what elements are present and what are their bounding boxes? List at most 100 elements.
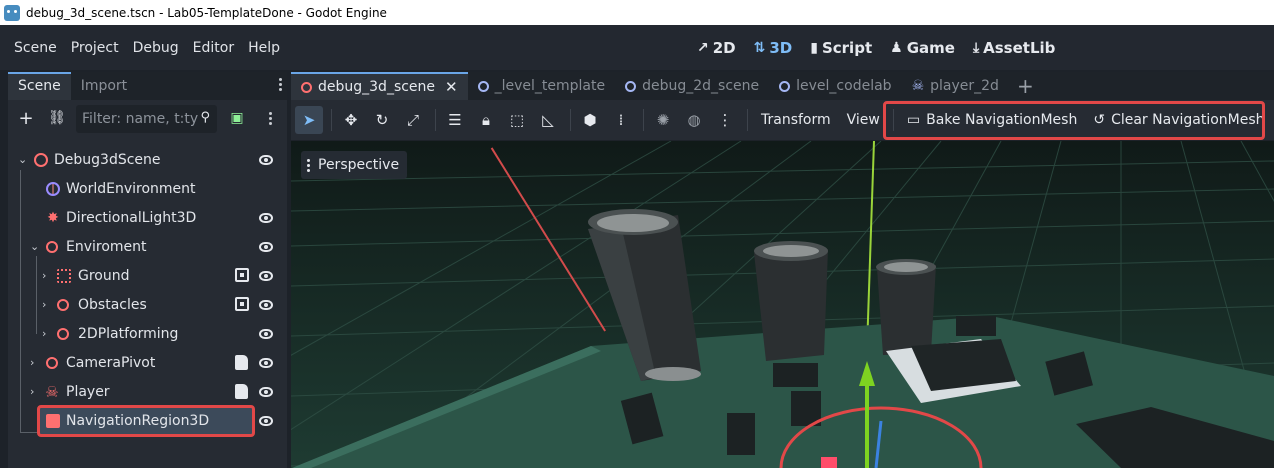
scene-tree-menu-icon[interactable]: [267, 112, 273, 125]
filter-input[interactable]: Filter: name, t:ty ⚲: [76, 105, 217, 133]
game-icon: ♟: [890, 39, 903, 56]
scene-render: [291, 141, 1274, 468]
perspective-menu[interactable]: Perspective: [301, 151, 408, 179]
search-icon: ⚲: [200, 110, 210, 125]
tree-row-debug3dscene[interactable]: ⌄ Debug3dScene: [8, 145, 287, 174]
tree-row-2dplatforming[interactable]: › 2DPlatforming: [8, 319, 287, 348]
transform-menu[interactable]: Transform: [753, 112, 839, 128]
environment-preview-icon[interactable]: ◍: [680, 106, 708, 134]
workspace-script[interactable]: ▮ Script: [810, 39, 872, 57]
lock-icon[interactable]: 🔒︎: [472, 106, 500, 134]
workspace-assetlib[interactable]: ⤓ AssetLib: [973, 39, 1055, 57]
tab-debug-2d-scene[interactable]: debug_2d_scene: [615, 72, 769, 100]
ruler-icon[interactable]: ◺: [534, 106, 562, 134]
3d-icon: ⇅: [753, 39, 766, 56]
script-attached-icon[interactable]: [235, 384, 248, 399]
world-environment-icon: [46, 181, 60, 196]
tree-row-worldenvironment[interactable]: WorldEnvironment: [8, 174, 287, 203]
visibility-eye-icon[interactable]: [259, 242, 273, 252]
scale-tool-icon[interactable]: ⤢: [399, 106, 427, 134]
menu-bar: Scene Project Debug Editor Help ↗ 2D ⇅ 3D …: [0, 25, 1274, 70]
node-icon: [779, 80, 791, 92]
expand-arrow-icon[interactable]: ›: [30, 356, 34, 369]
rotate-tool-icon[interactable]: ↻: [368, 106, 396, 134]
tree-row-player[interactable]: › ☠ Player: [8, 377, 287, 406]
local-space-icon[interactable]: ⬢: [576, 106, 604, 134]
dock-menu-icon[interactable]: [277, 78, 283, 91]
directional-light-icon: ✸: [47, 209, 59, 226]
visibility-eye-icon[interactable]: [259, 213, 273, 223]
expand-arrow-icon[interactable]: ›: [42, 298, 46, 311]
menu-debug[interactable]: Debug: [126, 40, 186, 56]
menu-editor[interactable]: Editor: [186, 40, 241, 56]
character-2d-icon: ☠: [911, 78, 925, 94]
attach-script-icon[interactable]: ▣: [226, 107, 248, 129]
visibility-eye-icon[interactable]: [259, 387, 273, 397]
expand-arrow-icon[interactable]: ›: [30, 385, 34, 398]
tab-debug-3d-scene[interactable]: debug_3d_scene ✕: [291, 72, 468, 100]
visibility-eye-icon[interactable]: [259, 271, 273, 281]
2d-icon: ↗: [697, 39, 709, 56]
collapse-arrow-icon[interactable]: ⌄: [18, 153, 27, 166]
node3d-icon: [46, 240, 58, 253]
menu-scene[interactable]: Scene: [7, 40, 64, 56]
view-menu[interactable]: View: [839, 112, 888, 128]
visibility-eye-icon[interactable]: [259, 155, 273, 165]
node-icon: [625, 80, 637, 92]
node3d-icon: [301, 81, 312, 93]
kebab-icon: [307, 158, 310, 172]
node-group-icon[interactable]: [235, 297, 249, 311]
assetlib-icon: ⤓: [972, 39, 980, 56]
visibility-eye-icon[interactable]: [259, 416, 273, 426]
tab-player-2d[interactable]: ☠ player_2d: [902, 72, 1009, 100]
node3d-icon: [34, 152, 48, 167]
new-tab-icon[interactable]: +: [1009, 72, 1042, 100]
tab-scene[interactable]: Scene: [8, 72, 71, 100]
script-attached-icon[interactable]: [235, 355, 248, 370]
visibility-eye-icon[interactable]: [259, 358, 273, 368]
window-titlebar: debug_3d_scene.tscn - Lab05-TemplateDone…: [0, 0, 1274, 25]
node3d-icon: [57, 327, 69, 340]
workspace-3d[interactable]: ⇅ 3D: [754, 39, 793, 57]
node-icon: [477, 80, 489, 92]
tab-level-template[interactable]: _level_template: [468, 72, 616, 100]
close-icon[interactable]: ✕: [445, 78, 458, 96]
workspace-game[interactable]: ♟ Game: [890, 39, 955, 57]
dock-tabs: Scene Import: [8, 72, 287, 100]
godot-logo-icon: [4, 4, 20, 21]
tab-level-codelab[interactable]: level_codelab: [769, 72, 901, 100]
viewport-3d[interactable]: Perspective: [291, 141, 1274, 468]
add-node-icon[interactable]: +: [15, 107, 37, 129]
menu-project[interactable]: Project: [64, 40, 126, 56]
static-body-icon: [57, 268, 71, 283]
tree-row-directionallight3d[interactable]: ✸ DirectionalLight3D: [8, 203, 287, 232]
workspace-2d[interactable]: ↗ 2D: [697, 39, 736, 57]
highlight-box: [883, 101, 1265, 140]
tree-row-obstacles[interactable]: › Obstacles: [8, 290, 287, 319]
visibility-eye-icon[interactable]: [259, 300, 273, 310]
script-icon: ▮: [810, 39, 818, 56]
tree-row-ground[interactable]: › Ground: [8, 261, 287, 290]
expand-arrow-icon[interactable]: ›: [42, 269, 46, 282]
menu-help[interactable]: Help: [241, 40, 287, 56]
collapse-arrow-icon[interactable]: ⌄: [30, 240, 39, 253]
scene-toolbar: + ⛓ Filter: name, t:ty ⚲ ▣: [8, 100, 287, 136]
visibility-eye-icon[interactable]: [259, 329, 273, 339]
tree-row-enviroment[interactable]: ⌄ Enviroment: [8, 232, 287, 261]
group-icon[interactable]: ⬚: [503, 106, 531, 134]
tab-import[interactable]: Import: [71, 72, 137, 100]
sun-preview-icon[interactable]: ✺: [649, 106, 677, 134]
select-tool-icon[interactable]: ➤: [295, 106, 323, 134]
move-tool-icon[interactable]: ✥: [337, 106, 365, 134]
node-group-icon[interactable]: [235, 268, 249, 282]
list-select-icon[interactable]: ☰: [441, 106, 469, 134]
snap-icon[interactable]: ⁞: [607, 106, 635, 134]
more-options-icon[interactable]: ⋮: [711, 106, 739, 134]
highlight-box: [37, 405, 255, 437]
node3d-icon: [57, 298, 69, 311]
instance-scene-icon[interactable]: ⛓: [46, 107, 68, 129]
workspace-switcher: ↗ 2D ⇅ 3D ▮ Script ♟ Game ⤓ AssetLib: [697, 25, 1073, 70]
tree-row-camerapivot[interactable]: › CameraPivot: [8, 348, 287, 377]
expand-arrow-icon[interactable]: ›: [42, 327, 46, 340]
character-icon: ☠: [45, 382, 59, 401]
